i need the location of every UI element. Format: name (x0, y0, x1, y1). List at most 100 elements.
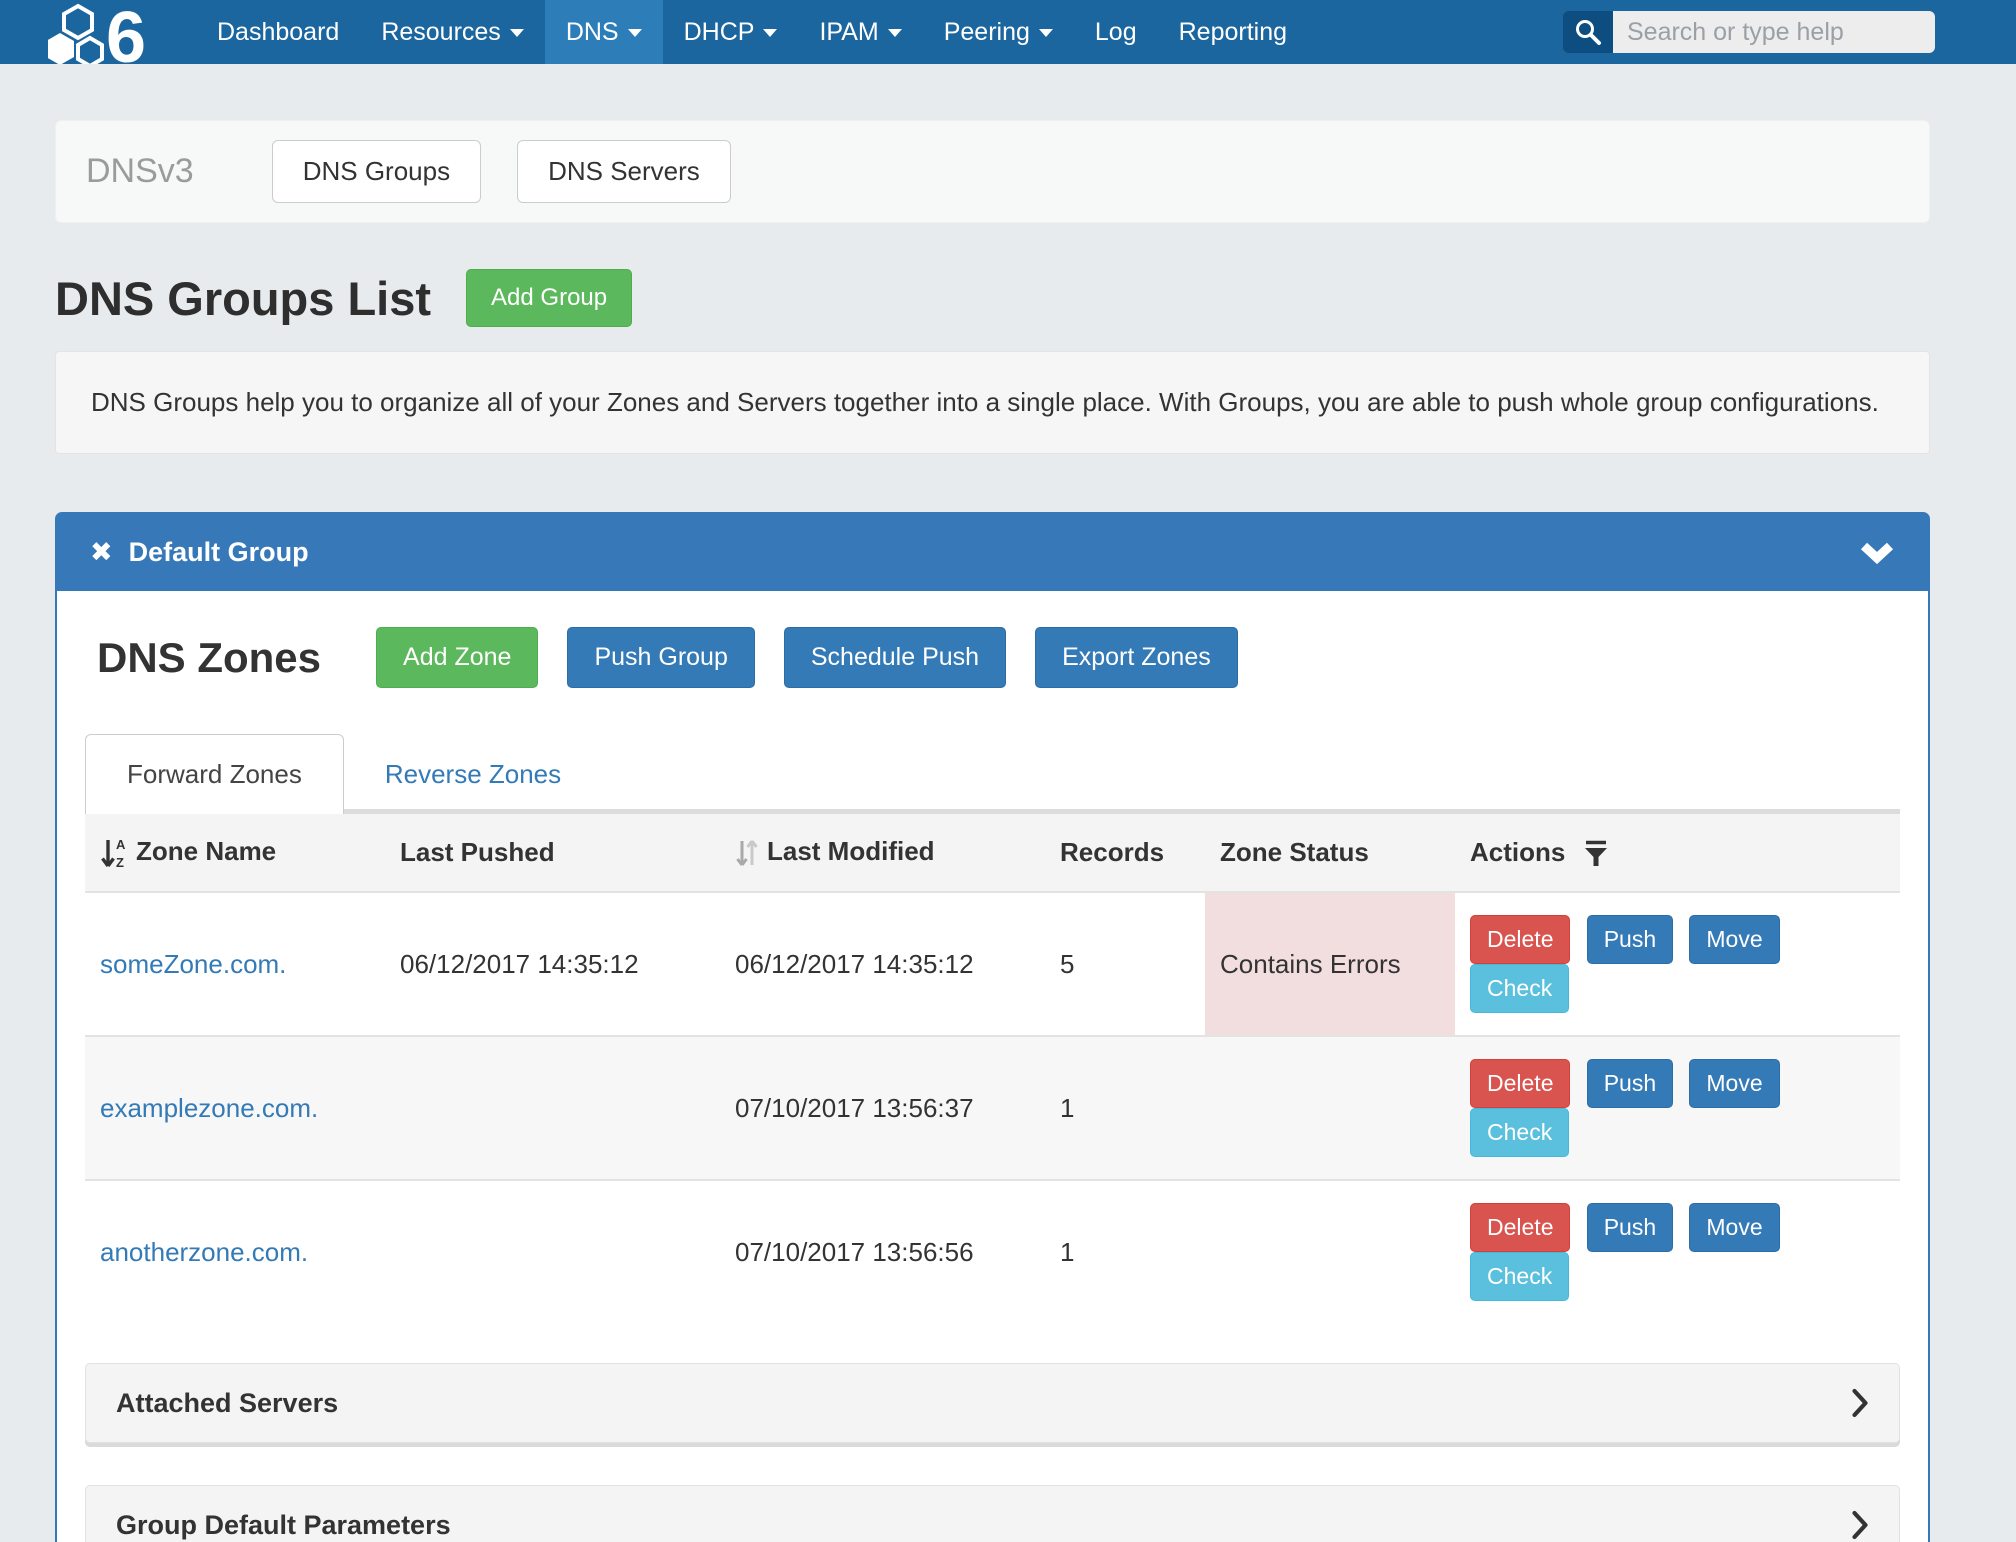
caret-down-icon (510, 29, 524, 37)
delete-button[interactable]: Delete (1470, 915, 1570, 964)
accordion-group-default-parameters[interactable]: Group Default Parameters (85, 1485, 1900, 1542)
col-label: Records (1060, 837, 1164, 867)
section-title: DNSv3 (86, 152, 194, 191)
col-label: Actions (1470, 837, 1565, 867)
actions-cell: Delete Push Move Check (1455, 892, 1900, 1036)
group-title: Default Group (129, 537, 309, 568)
nav-label: Reporting (1179, 18, 1287, 46)
chevron-right-icon (1851, 1510, 1869, 1540)
dns-servers-button[interactable]: DNS Servers (517, 140, 731, 203)
col-label: Zone Status (1220, 837, 1369, 867)
zone-link[interactable]: examplezone.com. (100, 1093, 318, 1123)
push-button[interactable]: Push (1587, 1203, 1673, 1252)
actions-cell: Delete Push Move Check (1455, 1180, 1900, 1323)
nav-item-log[interactable]: Log (1074, 0, 1158, 64)
schedule-push-button[interactable]: Schedule Push (784, 627, 1006, 688)
export-zones-button[interactable]: Export Zones (1035, 627, 1238, 688)
hexagons-logo-icon: 6 (48, 0, 166, 64)
zone-status-cell (1205, 1036, 1455, 1180)
nav-label: IPAM (819, 18, 878, 46)
nav-item-ipam[interactable]: IPAM (798, 0, 922, 64)
accordion-attached-servers[interactable]: Attached Servers (85, 1363, 1900, 1443)
nav-label: Dashboard (217, 18, 339, 46)
delete-button[interactable]: Delete (1470, 1203, 1570, 1252)
push-button[interactable]: Push (1587, 1059, 1673, 1108)
col-header-zone-name[interactable]: A Z Zone Name (85, 814, 385, 892)
collapse-chevron-down-icon[interactable] (1859, 541, 1895, 565)
table-row: examplezone.com. 07/10/2017 13:56:37 1 D… (85, 1036, 1900, 1180)
col-label: Last Pushed (400, 837, 555, 867)
accordion-title: Group Default Parameters (116, 1510, 451, 1541)
sort-updown-icon (735, 837, 759, 869)
chevron-right-icon (1851, 1388, 1869, 1418)
caret-down-icon (888, 29, 902, 37)
check-button[interactable]: Check (1470, 964, 1569, 1013)
caret-down-icon (1039, 29, 1053, 37)
search-icon (1574, 18, 1602, 46)
col-label: Zone Name (136, 836, 276, 866)
nav-item-dns[interactable]: DNS (545, 0, 663, 64)
last-modified-cell: 07/10/2017 13:56:37 (720, 1036, 1045, 1180)
nav-item-dashboard[interactable]: Dashboard (196, 0, 360, 64)
nav-item-reporting[interactable]: Reporting (1158, 0, 1308, 64)
zone-link[interactable]: anotherzone.com. (100, 1237, 308, 1267)
zone-link[interactable]: someZone.com. (100, 949, 286, 979)
last-pushed-cell: 06/12/2017 14:35:12 (385, 892, 720, 1036)
actions-cell: Delete Push Move Check (1455, 1036, 1900, 1180)
svg-text:Z: Z (116, 855, 124, 869)
filter-icon[interactable] (1583, 839, 1609, 869)
nav-label: Log (1095, 18, 1137, 46)
move-button[interactable]: Move (1689, 1203, 1779, 1252)
move-button[interactable]: Move (1689, 915, 1779, 964)
description-well: DNS Groups help you to organize all of y… (55, 351, 1930, 454)
nav-item-peering[interactable]: Peering (923, 0, 1074, 64)
zones-table: A Z Zone Name Last Pushed Last Modified (85, 814, 1900, 1323)
zone-status-cell (1205, 1180, 1455, 1323)
records-cell: 1 (1045, 1180, 1205, 1323)
last-pushed-cell (385, 1036, 720, 1180)
col-header-zone-status: Zone Status (1205, 814, 1455, 892)
dns-zones-heading: DNS Zones (85, 634, 321, 682)
table-header-row: A Z Zone Name Last Pushed Last Modified (85, 814, 1900, 892)
move-button[interactable]: Move (1689, 1059, 1779, 1108)
check-button[interactable]: Check (1470, 1252, 1569, 1301)
svg-text:6: 6 (106, 0, 146, 64)
global-search (1563, 11, 1935, 53)
page: 6 Dashboard Resources DNS DHCP IPAM Peer… (0, 0, 2016, 1542)
caret-down-icon (628, 29, 642, 37)
dns-groups-button[interactable]: DNS Groups (272, 140, 481, 203)
check-button[interactable]: Check (1470, 1108, 1569, 1157)
table-row: anotherzone.com. 07/10/2017 13:56:56 1 D… (85, 1180, 1900, 1323)
last-pushed-cell (385, 1180, 720, 1323)
add-group-button[interactable]: Add Group (466, 269, 632, 327)
search-button[interactable] (1563, 11, 1613, 53)
table-row: someZone.com. 06/12/2017 14:35:12 06/12/… (85, 892, 1900, 1036)
caret-down-icon (763, 29, 777, 37)
delete-button[interactable]: Delete (1470, 1059, 1570, 1108)
svg-text:A: A (116, 837, 126, 852)
dns-section-bar: DNSv3 DNS Groups DNS Servers (55, 120, 1930, 223)
push-button[interactable]: Push (1587, 915, 1673, 964)
remove-group-icon[interactable]: ✖ (90, 537, 113, 568)
push-group-button[interactable]: Push Group (567, 627, 754, 688)
brand-logo[interactable]: 6 (48, 0, 166, 64)
last-modified-cell: 07/10/2017 13:56:56 (720, 1180, 1045, 1323)
main-menu: Dashboard Resources DNS DHCP IPAM Peerin… (196, 0, 1308, 64)
accordion-title: Attached Servers (116, 1388, 338, 1419)
nav-item-dhcp[interactable]: DHCP (663, 0, 799, 64)
col-header-last-pushed: Last Pushed (385, 814, 720, 892)
nav-label: DHCP (684, 18, 755, 46)
sort-alpha-asc-icon: A Z (100, 837, 128, 869)
col-header-last-modified[interactable]: Last Modified (720, 814, 1045, 892)
nav-label: Resources (381, 18, 501, 46)
col-header-records: Records (1045, 814, 1205, 892)
nav-item-resources[interactable]: Resources (360, 0, 545, 64)
default-group-panel: ✖ Default Group DNS Zones Add Zone Push … (55, 512, 1930, 1542)
tab-reverse-zones[interactable]: Reverse Zones (344, 734, 602, 814)
add-zone-button[interactable]: Add Zone (376, 627, 538, 688)
records-cell: 1 (1045, 1036, 1205, 1180)
nav-label: Peering (944, 18, 1030, 46)
tab-forward-zones[interactable]: Forward Zones (85, 734, 344, 814)
group-panel-header[interactable]: ✖ Default Group (57, 514, 1928, 591)
search-input[interactable] (1613, 11, 1935, 53)
